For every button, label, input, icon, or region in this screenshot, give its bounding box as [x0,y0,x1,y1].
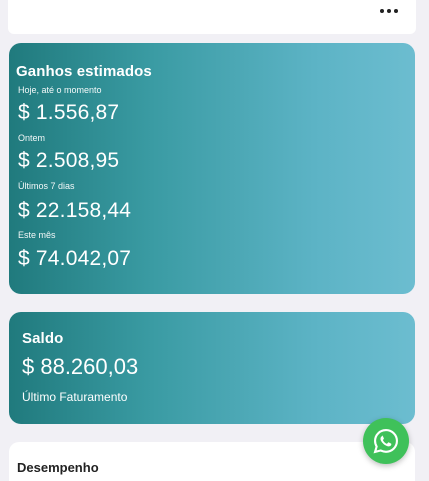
earnings-label-month: Este mês [18,230,56,240]
earnings-value-yesterday: $ 2.508,95 [18,149,120,172]
earnings-label-today: Hoje, até o momento [18,85,102,95]
balance-value: $ 88.260,03 [22,354,139,379]
performance-section: Desempenho [9,442,415,481]
whatsapp-icon [373,429,398,454]
top-bar [8,0,416,34]
earnings-title: Ganhos estimados [16,63,152,80]
earnings-label-7days: Últimos 7 dias [18,181,75,191]
more-options-icon[interactable] [378,2,400,20]
last-billing-label: Último Faturamento [22,390,128,404]
earnings-label-yesterday: Ontem [18,133,46,143]
earnings-value-today: $ 1.556,87 [18,101,120,124]
earnings-value-month: $ 74.042,07 [18,247,132,270]
balance-title: Saldo [22,330,64,347]
earnings-value-7days: $ 22.158,44 [18,199,132,222]
balance-card: Saldo $ 88.260,03 Último Faturamento [9,312,415,424]
performance-title: Desempenho [17,460,99,475]
whatsapp-button[interactable] [363,418,409,464]
estimated-earnings-card: Ganhos estimados Hoje, até o momento $ 1… [9,43,415,294]
